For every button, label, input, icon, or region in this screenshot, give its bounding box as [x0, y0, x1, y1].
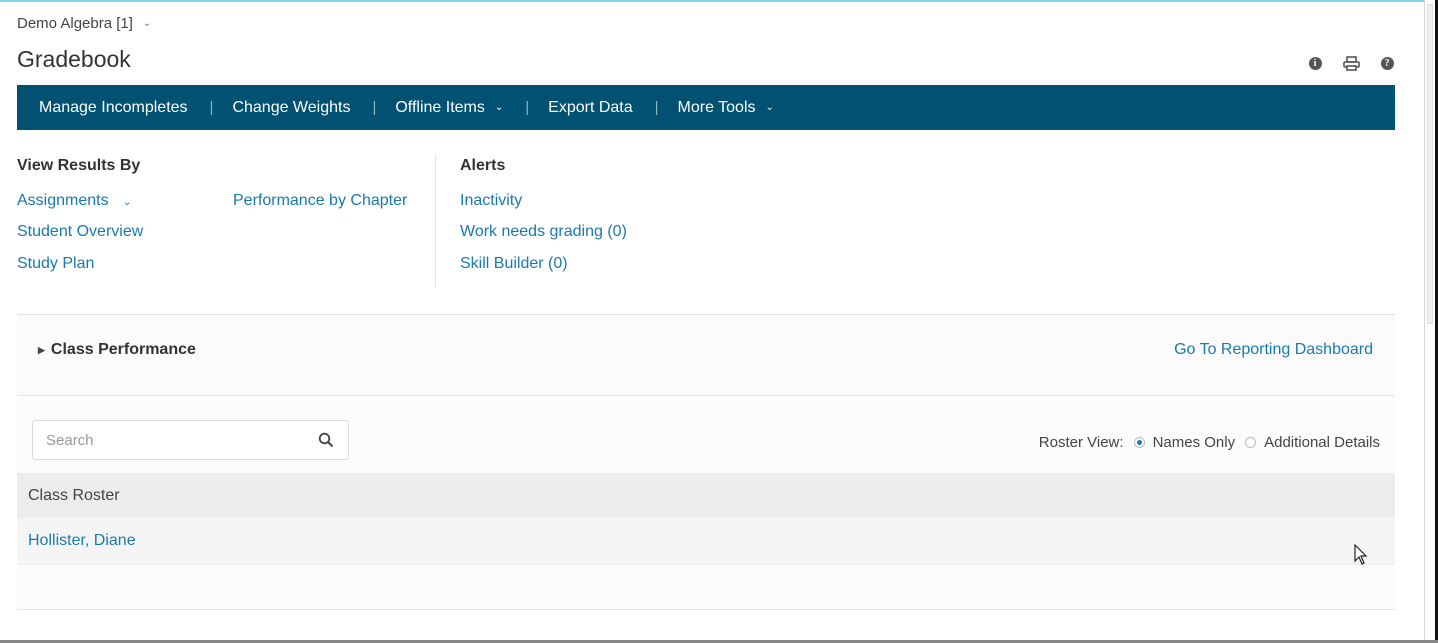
manage-incompletes-button[interactable]: Manage Incompletes — [39, 99, 188, 117]
view-results-heading: View Results By — [17, 157, 141, 174]
chevron-down-icon: ⌄ — [123, 197, 132, 208]
column-divider — [435, 155, 436, 287]
class-performance-label: Class Performance — [50, 341, 196, 358]
nav-separator: | — [654, 99, 659, 116]
change-weights-button[interactable]: Change Weights — [232, 99, 350, 117]
course-name: Demo Algebra [1] — [17, 15, 133, 32]
gradebook-page: Demo Algebra [1] ⌄ Gradebook i ? Manage … — [0, 2, 1420, 643]
roster-section: Roster View: Names Only Additional Detai… — [17, 397, 1395, 610]
roster-view-label: Roster View: — [1038, 434, 1124, 451]
inactivity-link[interactable]: Inactivity — [460, 192, 522, 210]
radio-label: Additional Details — [1264, 434, 1380, 451]
export-data-button[interactable]: Export Data — [548, 99, 632, 117]
offline-items-menu[interactable]: Offline Items ⌄ — [395, 99, 503, 117]
search-field — [32, 420, 349, 460]
nav-separator: | — [372, 99, 377, 116]
chevron-down-icon: ⌄ — [765, 102, 774, 113]
class-performance-panel: ▶ Class Performance Go To Reporting Dash… — [17, 314, 1395, 396]
search-icon[interactable] — [318, 432, 334, 448]
page-scrollbar[interactable] — [1424, 0, 1438, 643]
nav-label: Change Weights — [232, 98, 351, 116]
help-icon[interactable]: ? — [1378, 54, 1396, 72]
alerts-heading: Alerts — [460, 157, 506, 174]
additional-details-radio[interactable]: Additional Details — [1245, 434, 1380, 451]
study-plan-link[interactable]: Study Plan — [17, 255, 94, 273]
skill-builder-link[interactable]: Skill Builder (0) — [460, 255, 568, 273]
mouse-cursor-icon — [1354, 543, 1368, 566]
nav-label: Export Data — [548, 98, 633, 116]
assignments-link[interactable]: Assignments ⌄ — [17, 192, 131, 210]
roster-view-options: Roster View: Names Only Additional Detai… — [1039, 434, 1380, 451]
nav-separator: | — [209, 99, 214, 116]
caret-right-icon: ▶ — [38, 344, 45, 355]
more-tools-menu[interactable]: More Tools ⌄ — [678, 99, 774, 117]
link-label: Assignments — [17, 192, 109, 209]
work-needs-grading-link[interactable]: Work needs grading (0) — [460, 223, 627, 241]
class-roster-table: Class Roster Hollister, Diane — [17, 473, 1395, 565]
nav-label: Manage Incompletes — [39, 98, 188, 116]
student-overview-link[interactable]: Student Overview — [17, 223, 143, 241]
chevron-down-icon: ⌄ — [494, 102, 504, 113]
gradebook-toolbar: Manage Incompletes | Change Weights | Of… — [17, 85, 1395, 130]
radio-indicator — [1245, 437, 1257, 448]
info-icon[interactable]: i — [1306, 54, 1324, 72]
table-row: Hollister, Diane — [17, 518, 1395, 565]
page-title: Gradebook — [17, 46, 131, 72]
radio-selected-indicator — [1133, 437, 1145, 448]
radio-label: Names Only — [1152, 434, 1236, 451]
print-icon[interactable] — [1342, 54, 1360, 72]
nav-label: More Tools — [677, 98, 756, 116]
scrollbar-thumb[interactable] — [1427, 4, 1433, 324]
roster-column-header: Class Roster — [17, 473, 1395, 518]
names-only-radio[interactable]: Names Only — [1133, 434, 1236, 451]
student-name-link[interactable]: Hollister, Diane — [28, 532, 136, 550]
roster-search-input[interactable] — [46, 431, 306, 449]
nav-label: Offline Items — [395, 98, 485, 116]
course-selector[interactable]: Demo Algebra [1] ⌄ — [17, 15, 151, 32]
chevron-down-icon: ⌄ — [142, 18, 152, 29]
header-actions: i ? — [1306, 54, 1396, 72]
performance-by-chapter-link[interactable]: Performance by Chapter — [233, 192, 407, 210]
reporting-dashboard-link[interactable]: Go To Reporting Dashboard — [1174, 341, 1373, 359]
nav-separator: | — [525, 99, 530, 116]
class-performance-toggle[interactable]: ▶ Class Performance — [38, 341, 196, 359]
